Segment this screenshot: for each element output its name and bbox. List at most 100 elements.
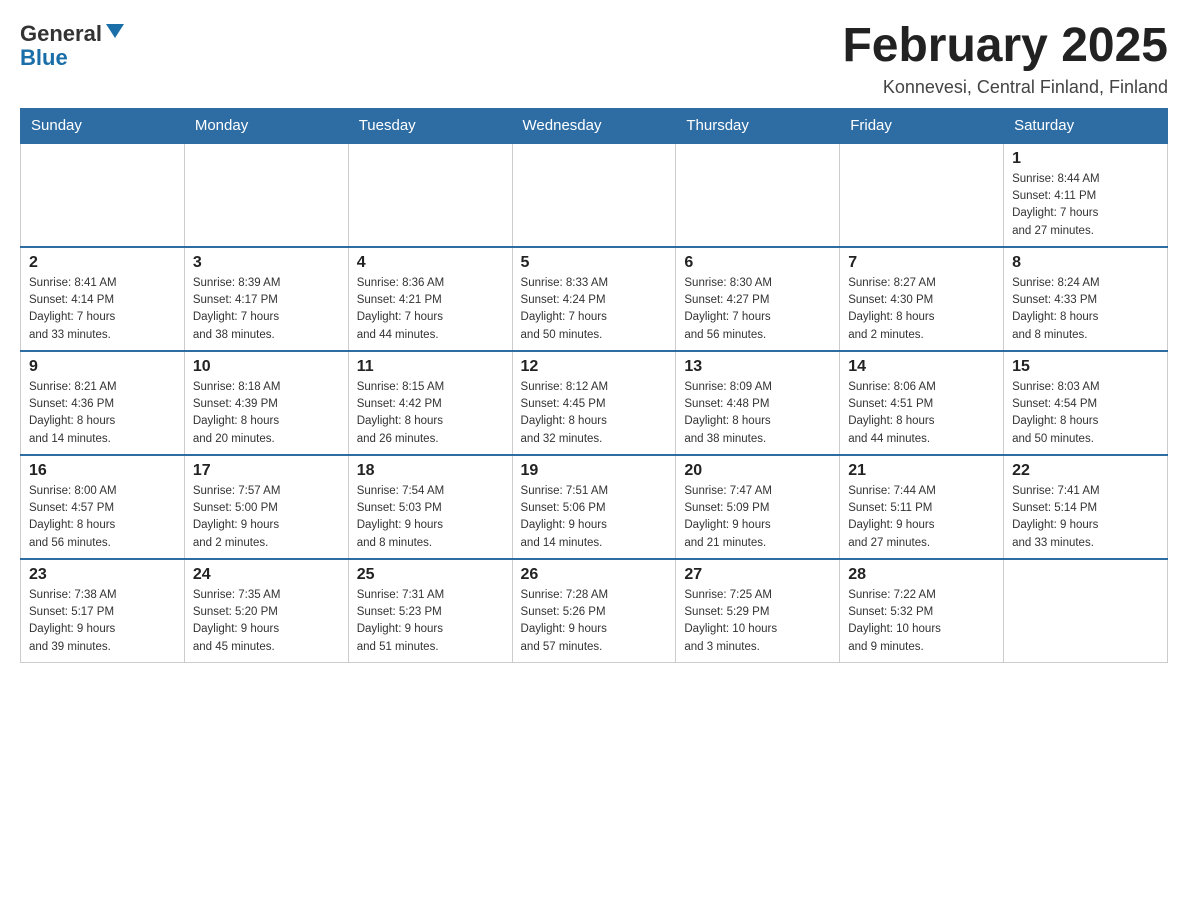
week-row: 1 Sunrise: 8:44 AM Sunset: 4:11 PM Daylig… — [21, 143, 1168, 247]
calendar-cell: 27 Sunrise: 7:25 AM Sunset: 5:29 PM Dayli… — [676, 559, 840, 663]
calendar-cell: 22 Sunrise: 7:41 AM Sunset: 5:14 PM Dayli… — [1004, 455, 1168, 559]
day-info: Sunrise: 7:22 AM Sunset: 5:32 PM Dayligh… — [848, 587, 995, 656]
calendar-cell: 13 Sunrise: 8:09 AM Sunset: 4:48 PM Dayli… — [676, 351, 840, 455]
day-number: 20 — [684, 462, 831, 480]
calendar-cell — [348, 143, 512, 247]
day-number: 21 — [848, 462, 995, 480]
location-text: Konnevesi, Central Finland, Finland — [842, 77, 1168, 98]
calendar-cell — [840, 143, 1004, 247]
day-info: Sunrise: 8:39 AM Sunset: 4:17 PM Dayligh… — [193, 275, 340, 344]
day-number: 28 — [848, 566, 995, 584]
week-row: 23Sunrise: 7:38 AM Sunset: 5:17 PM Dayli… — [21, 559, 1168, 663]
day-number: 13 — [684, 358, 831, 376]
day-info: Sunrise: 8:41 AM Sunset: 4:14 PM Dayligh… — [29, 275, 176, 344]
month-title: February 2025 — [842, 20, 1168, 73]
day-info: Sunrise: 8:12 AM Sunset: 4:45 PM Dayligh… — [521, 379, 668, 448]
day-number: 19 — [521, 462, 668, 480]
day-info: Sunrise: 7:51 AM Sunset: 5:06 PM Dayligh… — [521, 483, 668, 552]
day-info: Sunrise: 7:41 AM Sunset: 5:14 PM Dayligh… — [1012, 483, 1159, 552]
day-number: 8 — [1012, 254, 1159, 272]
day-number: 2 — [29, 254, 176, 272]
calendar-cell: 4 Sunrise: 8:36 AM Sunset: 4:21 PM Daylig… — [348, 247, 512, 351]
page-header: General Blue February 2025 Konnevesi, Ce… — [20, 20, 1168, 98]
calendar-cell: 3Sunrise: 8:39 AM Sunset: 4:17 PM Daylig… — [184, 247, 348, 351]
calendar-cell: 7Sunrise: 8:27 AM Sunset: 4:30 PM Daylig… — [840, 247, 1004, 351]
calendar-table: SundayMondayTuesdayWednesdayThursdayFrid… — [20, 108, 1168, 663]
day-number: 12 — [521, 358, 668, 376]
day-info: Sunrise: 8:30 AM Sunset: 4:27 PM Dayligh… — [684, 275, 831, 344]
day-number: 5 — [521, 254, 668, 272]
title-section: February 2025 Konnevesi, Central Finland… — [842, 20, 1168, 98]
day-number: 23 — [29, 566, 176, 584]
week-row: 2 Sunrise: 8:41 AM Sunset: 4:14 PM Daylig… — [21, 247, 1168, 351]
day-info: Sunrise: 8:03 AM Sunset: 4:54 PM Dayligh… — [1012, 379, 1159, 448]
calendar-cell: 6Sunrise: 8:30 AM Sunset: 4:27 PM Daylig… — [676, 247, 840, 351]
day-number: 14 — [848, 358, 995, 376]
day-info: Sunrise: 7:28 AM Sunset: 5:26 PM Dayligh… — [521, 587, 668, 656]
calendar-cell — [184, 143, 348, 247]
calendar-cell: 14 Sunrise: 8:06 AM Sunset: 4:51 PM Dayli… — [840, 351, 1004, 455]
calendar-cell: 16 Sunrise: 8:00 AM Sunset: 4:57 PM Dayli… — [21, 455, 185, 559]
weekday-header: Thursday — [676, 108, 840, 143]
calendar-cell: 8 Sunrise: 8:24 AM Sunset: 4:33 PM Daylig… — [1004, 247, 1168, 351]
day-info: Sunrise: 7:25 AM Sunset: 5:29 PM Dayligh… — [684, 587, 831, 656]
day-info: Sunrise: 8:15 AM Sunset: 4:42 PM Dayligh… — [357, 379, 504, 448]
calendar-cell: 9Sunrise: 8:21 AM Sunset: 4:36 PM Daylig… — [21, 351, 185, 455]
calendar-cell — [21, 143, 185, 247]
calendar-cell: 19 Sunrise: 7:51 AM Sunset: 5:06 PM Dayli… — [512, 455, 676, 559]
day-number: 4 — [357, 254, 504, 272]
weekday-header: Monday — [184, 108, 348, 143]
calendar-cell: 23Sunrise: 7:38 AM Sunset: 5:17 PM Dayli… — [21, 559, 185, 663]
day-info: Sunrise: 8:33 AM Sunset: 4:24 PM Dayligh… — [521, 275, 668, 344]
calendar-cell: 12 Sunrise: 8:12 AM Sunset: 4:45 PM Dayli… — [512, 351, 676, 455]
day-info: Sunrise: 7:47 AM Sunset: 5:09 PM Dayligh… — [684, 483, 831, 552]
calendar-cell: 25 Sunrise: 7:31 AM Sunset: 5:23 PM Dayli… — [348, 559, 512, 663]
calendar-cell: 2 Sunrise: 8:41 AM Sunset: 4:14 PM Daylig… — [21, 247, 185, 351]
weekday-header: Tuesday — [348, 108, 512, 143]
day-number: 27 — [684, 566, 831, 584]
calendar-cell — [676, 143, 840, 247]
calendar-cell: 20 Sunrise: 7:47 AM Sunset: 5:09 PM Dayli… — [676, 455, 840, 559]
weekday-header: Sunday — [21, 108, 185, 143]
day-number: 15 — [1012, 358, 1159, 376]
day-info: Sunrise: 8:36 AM Sunset: 4:21 PM Dayligh… — [357, 275, 504, 344]
day-number: 16 — [29, 462, 176, 480]
day-info: Sunrise: 7:54 AM Sunset: 5:03 PM Dayligh… — [357, 483, 504, 552]
day-number: 9 — [29, 358, 176, 376]
day-info: Sunrise: 7:44 AM Sunset: 5:11 PM Dayligh… — [848, 483, 995, 552]
day-info: Sunrise: 7:57 AM Sunset: 5:00 PM Dayligh… — [193, 483, 340, 552]
calendar-cell: 18 Sunrise: 7:54 AM Sunset: 5:03 PM Dayli… — [348, 455, 512, 559]
day-number: 25 — [357, 566, 504, 584]
day-number: 22 — [1012, 462, 1159, 480]
calendar-cell: 11 Sunrise: 8:15 AM Sunset: 4:42 PM Dayli… — [348, 351, 512, 455]
weekday-header: Friday — [840, 108, 1004, 143]
calendar-cell: 1 Sunrise: 8:44 AM Sunset: 4:11 PM Daylig… — [1004, 143, 1168, 247]
day-info: Sunrise: 8:24 AM Sunset: 4:33 PM Dayligh… — [1012, 275, 1159, 344]
logo: General Blue — [20, 20, 126, 69]
calendar-cell: 21 Sunrise: 7:44 AM Sunset: 5:11 PM Dayli… — [840, 455, 1004, 559]
day-info: Sunrise: 8:44 AM Sunset: 4:11 PM Dayligh… — [1012, 171, 1159, 240]
weekday-header: Saturday — [1004, 108, 1168, 143]
day-info: Sunrise: 8:00 AM Sunset: 4:57 PM Dayligh… — [29, 483, 176, 552]
calendar-cell: 26Sunrise: 7:28 AM Sunset: 5:26 PM Dayli… — [512, 559, 676, 663]
day-number: 11 — [357, 358, 504, 376]
day-info: Sunrise: 7:35 AM Sunset: 5:20 PM Dayligh… — [193, 587, 340, 656]
calendar-cell — [512, 143, 676, 247]
day-number: 17 — [193, 462, 340, 480]
day-number: 1 — [1012, 150, 1159, 168]
weekday-header: Wednesday — [512, 108, 676, 143]
calendar-cell: 24Sunrise: 7:35 AM Sunset: 5:20 PM Dayli… — [184, 559, 348, 663]
day-info: Sunrise: 7:31 AM Sunset: 5:23 PM Dayligh… — [357, 587, 504, 656]
weekday-header-row: SundayMondayTuesdayWednesdayThursdayFrid… — [21, 108, 1168, 143]
day-info: Sunrise: 8:06 AM Sunset: 4:51 PM Dayligh… — [848, 379, 995, 448]
day-number: 10 — [193, 358, 340, 376]
week-row: 16 Sunrise: 8:00 AM Sunset: 4:57 PM Dayli… — [21, 455, 1168, 559]
logo-blue-text: Blue — [20, 47, 68, 69]
day-number: 18 — [357, 462, 504, 480]
day-info: Sunrise: 8:09 AM Sunset: 4:48 PM Dayligh… — [684, 379, 831, 448]
logo-general-text: General — [20, 23, 102, 45]
logo-arrow-icon — [104, 20, 126, 42]
calendar-cell: 28 Sunrise: 7:22 AM Sunset: 5:32 PM Dayli… — [840, 559, 1004, 663]
calendar-cell: 17 Sunrise: 7:57 AM Sunset: 5:00 PM Dayli… — [184, 455, 348, 559]
calendar-cell: 10Sunrise: 8:18 AM Sunset: 4:39 PM Dayli… — [184, 351, 348, 455]
